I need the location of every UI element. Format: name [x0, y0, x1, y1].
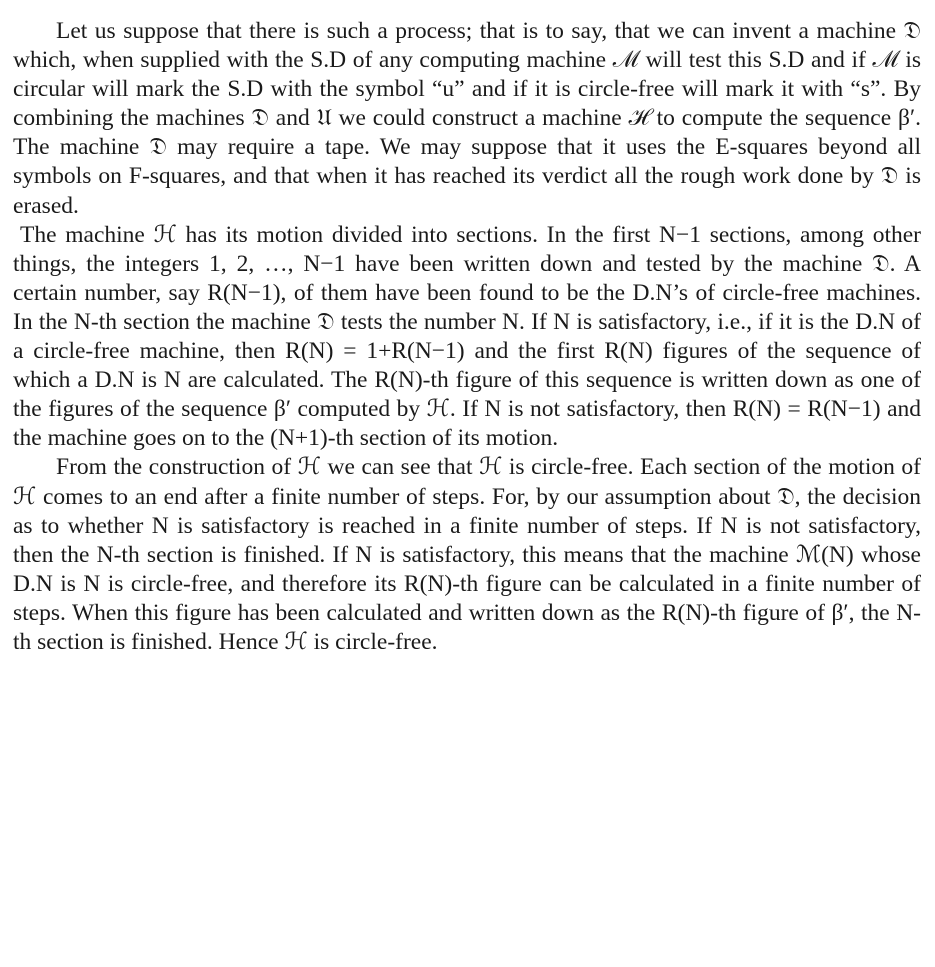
paper-page: Let us suppose that there is such a proc… — [13, 17, 921, 657]
paragraph-1: Let us suppose that there is such a proc… — [13, 18, 921, 219]
paragraph-2: The machine ℋ has its motion divided int… — [13, 221, 921, 452]
paragraph-3: From the construction of ℋ we can see th… — [13, 454, 921, 655]
